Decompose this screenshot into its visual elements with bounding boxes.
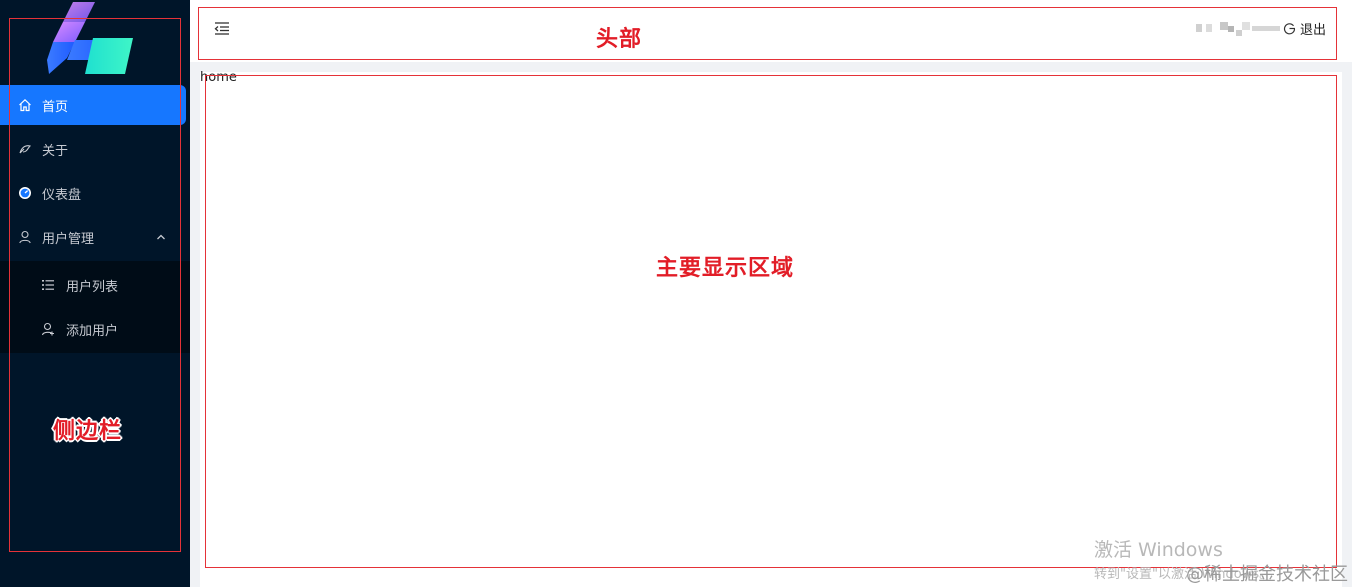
page-content-text: home [200, 70, 237, 85]
sidebar-item-label: 添加用户 [66, 323, 119, 339]
list-icon [41, 278, 55, 292]
content-panel [200, 72, 1342, 587]
sidebar: 首页 关于 仪表盘 用户管理 用户列表 添加用户 [0, 0, 190, 587]
sidebar-item-label: 仪表盘 [42, 187, 82, 203]
annotation-label-main: 主要显示区域 [656, 256, 795, 281]
sidebar-item-label: 首页 [42, 99, 69, 115]
chevron-up-icon [157, 234, 165, 240]
logo-icon [47, 2, 133, 74]
sidebar-item-add-user[interactable]: 添加用户 [0, 309, 190, 349]
user-info-blurred [1196, 22, 1280, 36]
header [190, 0, 1352, 62]
sidebar-item-user-management[interactable]: 用户管理 [0, 217, 186, 257]
annotation-label-sidebar: 侧边栏 [53, 419, 123, 444]
sidebar-item-dashboard[interactable]: 仪表盘 [0, 173, 186, 213]
sidebar-item-about[interactable]: 关于 [0, 129, 186, 169]
sidebar-item-label: 用户管理 [42, 231, 95, 247]
home-icon [18, 98, 32, 112]
sidebar-item-label: 用户列表 [66, 279, 119, 295]
user-icon [18, 230, 32, 244]
menu-fold-icon[interactable] [214, 20, 230, 36]
annotation-label-header: 头部 [596, 27, 643, 52]
source-watermark: @稀土掘金技术社区 [1186, 564, 1348, 585]
dashboard-icon [18, 186, 32, 200]
logout-button[interactable]: 退出 [1283, 19, 1327, 38]
sidebar-item-user-list[interactable]: 用户列表 [0, 265, 190, 305]
user-add-icon [41, 322, 55, 336]
logout-icon [1283, 22, 1296, 34]
logout-label: 退出 [1300, 22, 1327, 38]
sidebar-item-label: 关于 [42, 143, 69, 159]
sidebar-item-home[interactable]: 首页 [0, 85, 186, 125]
leaf-icon [18, 142, 32, 156]
activation-watermark-title: 激活 Windows [1094, 539, 1223, 561]
